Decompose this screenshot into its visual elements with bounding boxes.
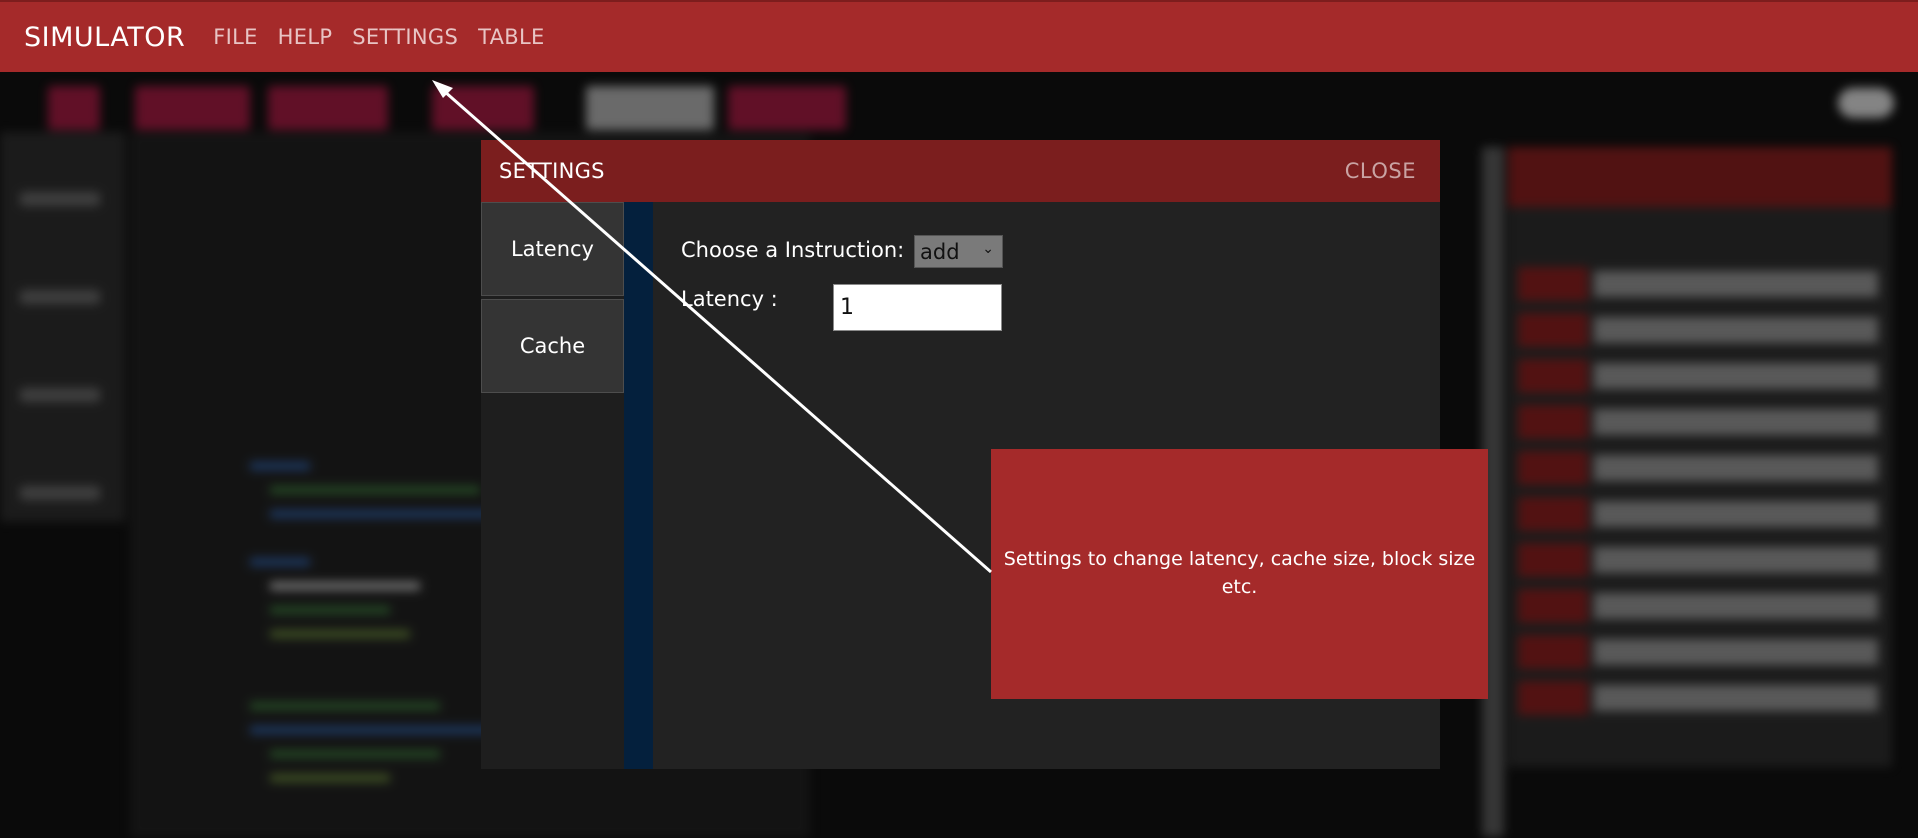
pointer-arrow (432, 80, 992, 574)
arrow-line (435, 82, 992, 574)
app-root: SIMULATOR FILE HELP SETTINGS TABLE SETTI… (0, 0, 1918, 838)
